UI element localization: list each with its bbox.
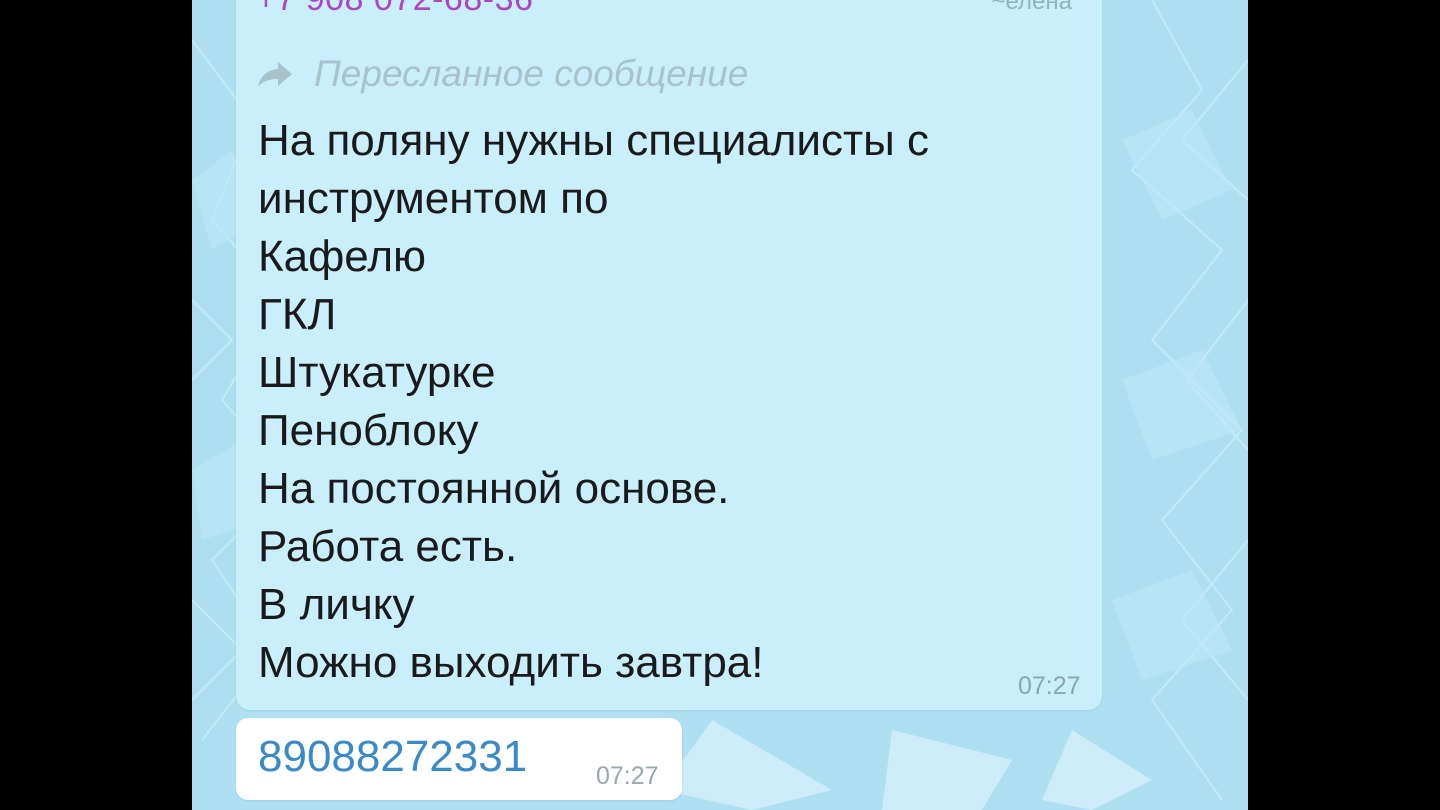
message-line: Штукатурке <box>258 348 496 397</box>
message-line: Можно выходить завтра! <box>258 638 764 687</box>
message-line: Работа есть. <box>258 522 518 571</box>
screen-frame: +7 908 072-68-36 ~елена Пересланное сооб… <box>0 0 1440 810</box>
message-line: Пеноблоку <box>258 406 479 455</box>
phone-link[interactable]: 89088272331 <box>258 732 527 782</box>
message-timestamp: 07:27 <box>1018 672 1081 700</box>
message-line: ГКЛ <box>258 290 337 339</box>
message-line: На постоянной основе. <box>258 464 730 513</box>
message-line: На поляну нужны специалисты с <box>258 116 929 165</box>
message-line: В личку <box>258 580 415 629</box>
reply-timestamp: 07:27 <box>596 762 659 790</box>
sender-nickname: ~елена <box>991 0 1072 15</box>
message-line: инструментом по <box>258 174 609 223</box>
forward-header: Пересланное сообщение <box>256 52 748 96</box>
forward-label: Пересланное сообщение <box>314 53 749 94</box>
reply-message-bubble[interactable]: 89088272331 07:27 <box>236 718 682 800</box>
sender-phone[interactable]: +7 908 072-68-36 <box>256 0 533 19</box>
message-line: Кафелю <box>258 232 426 281</box>
forward-arrow-icon <box>258 62 292 87</box>
message-text: На поляну нужны специалисты с инструмент… <box>258 112 929 692</box>
chat-area[interactable]: +7 908 072-68-36 ~елена Пересланное сооб… <box>192 0 1248 810</box>
